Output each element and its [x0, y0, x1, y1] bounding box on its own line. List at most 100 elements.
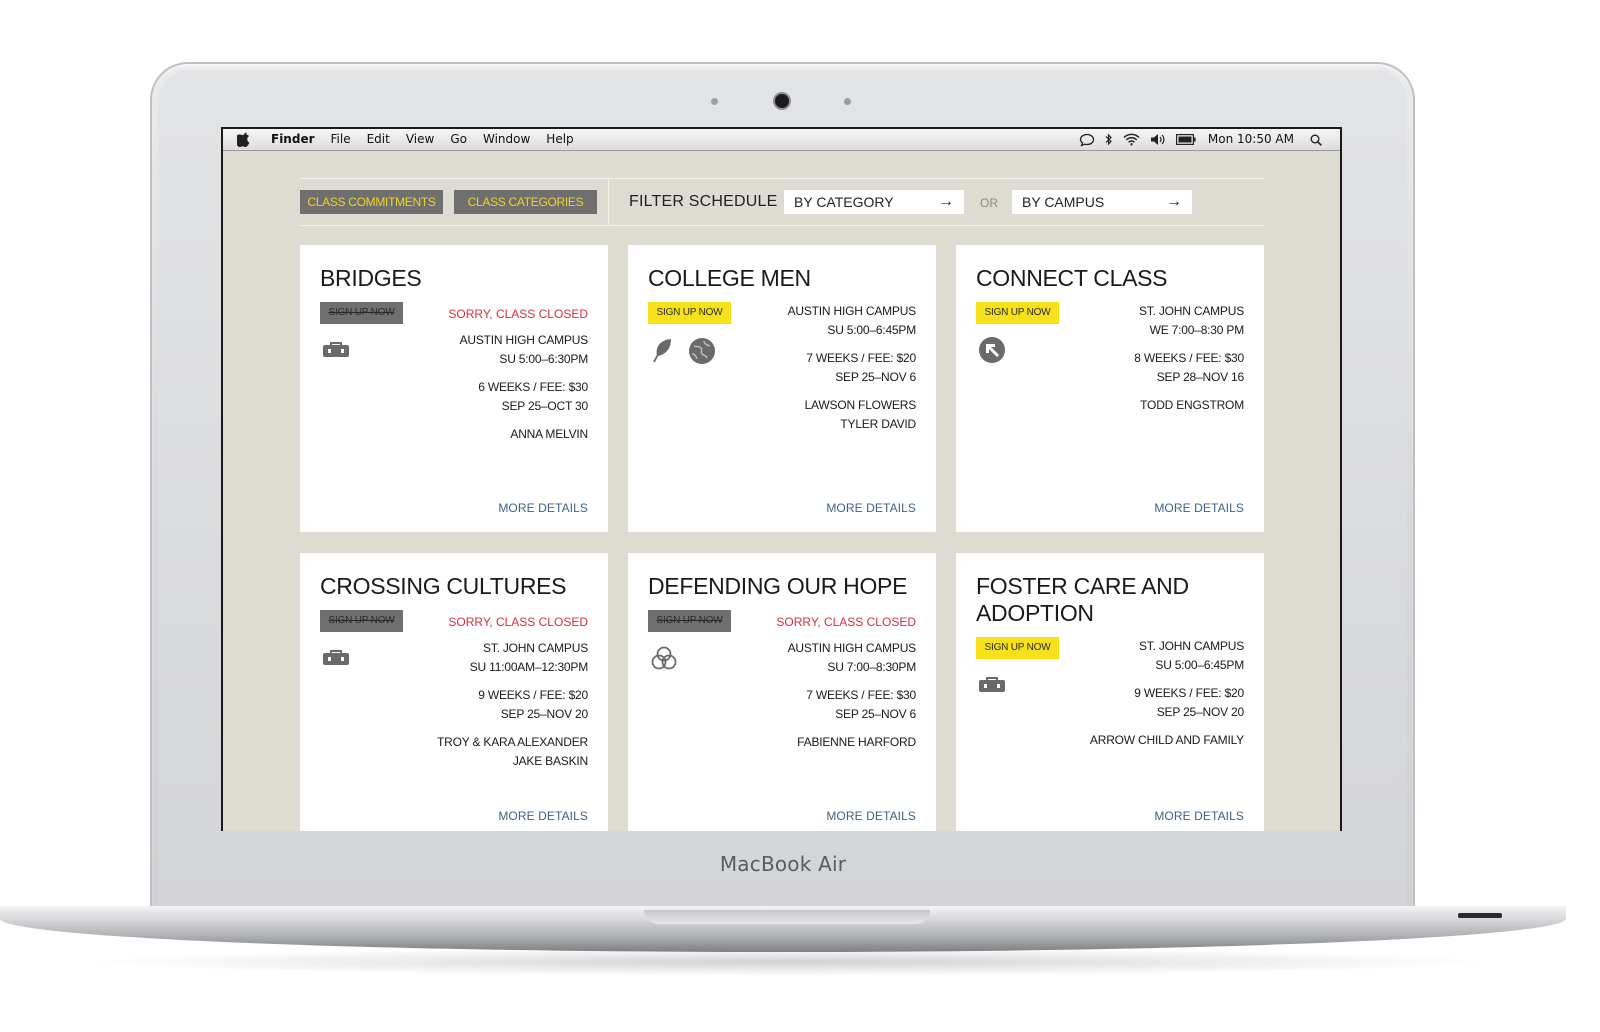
leader-name: JAKE BASKIN	[512, 753, 588, 768]
weeks-and-fee: 8 WEEKS / FEE: $30	[1134, 351, 1244, 365]
menu-window[interactable]: Window	[483, 131, 530, 148]
campus: AUSTIN HIGH CAMPUS	[787, 304, 917, 318]
battery-icon[interactable]	[1175, 134, 1196, 145]
by-category-select[interactable]: BY CATEGORY →	[784, 190, 964, 214]
class-closed-message: SORRY, CLASS CLOSED	[448, 307, 588, 321]
right-arrow-icon: →	[1166, 193, 1182, 210]
sign-up-button[interactable]: SIGN UP NOW	[976, 637, 1059, 659]
by-category-label: BY CATEGORY	[794, 194, 894, 210]
weeks-and-fee: 9 WEEKS / FEE: $20	[1134, 686, 1244, 700]
menu-file[interactable]: File	[331, 131, 351, 148]
sign-up-button[interactable]: SIGN UP NOW	[648, 302, 731, 324]
meeting-time: SU 11:00AM–12:30PM	[469, 659, 588, 674]
more-details-link[interactable]: MORE DETAILS	[826, 501, 916, 515]
campus: AUSTIN HIGH CAMPUS	[459, 333, 589, 347]
meeting-time: SU 7:00–8:30PM	[827, 659, 916, 674]
menu-help[interactable]: Help	[546, 131, 573, 148]
date-range: SEP 28–NOV 16	[1156, 369, 1244, 384]
class-categories-button[interactable]: CLASS CATEGORIES	[454, 190, 597, 214]
class-closed-message: SORRY, CLASS CLOSED	[448, 615, 588, 629]
by-campus-label: BY CAMPUS	[1022, 194, 1105, 210]
toolbar-divider	[608, 179, 609, 225]
campus: ST. JOHN CAMPUS	[1138, 304, 1244, 318]
wifi-icon[interactable]	[1123, 133, 1140, 146]
date-range: SEP 25–OCT 30	[501, 398, 589, 413]
meeting-time: SU 5:00–6:45PM	[1155, 657, 1244, 672]
campus: ST. JOHN CAMPUS	[1138, 639, 1244, 653]
microphone-dot	[844, 98, 851, 105]
right-arrow-icon: →	[938, 193, 954, 210]
class-title: FOSTER CARE AND ADOPTION	[976, 573, 1189, 626]
meeting-time: SU 5:00–6:30PM	[499, 351, 588, 366]
apple-menu-icon[interactable]	[237, 132, 251, 147]
meeting-time: WE 7:00–8:30 PM	[1149, 322, 1245, 337]
laptop-side-port	[1458, 913, 1502, 918]
meeting-time: SU 5:00–6:45PM	[827, 322, 916, 337]
class-card-college-men: COLLEGE MEN SIGN UP NOW AUSTIN HIGH CAMP…	[628, 245, 936, 532]
leader-name: TROY & KARA ALEXANDER	[437, 735, 588, 749]
class-title: COLLEGE MEN	[648, 265, 811, 291]
more-details-link[interactable]: MORE DETAILS	[1154, 501, 1244, 515]
globe-icon	[688, 337, 716, 365]
trinity-knot-icon	[650, 645, 678, 671]
volume-icon[interactable]	[1150, 133, 1166, 146]
or-separator-label: OR	[980, 196, 998, 210]
class-closed-message: SORRY, CLASS CLOSED	[776, 615, 916, 629]
laptop-brand-label: MacBook Air	[719, 852, 847, 876]
class-card-foster-care-and-adoption: FOSTER CARE AND ADOPTION SIGN UP NOW ST.…	[956, 553, 1264, 831]
more-details-link[interactable]: MORE DETAILS	[498, 809, 588, 823]
leader-name: FABIENNE HARFORD	[797, 735, 916, 749]
class-details: AUSTIN HIGH CAMPUS SU 5:00–6:45PM 7 WEEK…	[787, 302, 917, 433]
date-range: SEP 25–NOV 6	[835, 369, 916, 384]
class-details: AUSTIN HIGH CAMPUS SU 7:00–8:30PM 7 WEEK…	[788, 639, 917, 752]
by-campus-select[interactable]: BY CAMPUS →	[1012, 190, 1192, 214]
more-details-link[interactable]: MORE DETAILS	[498, 501, 588, 515]
laptop-opening-notch	[644, 910, 930, 924]
toolbox-icon	[978, 677, 1006, 693]
toolbox-icon	[322, 650, 350, 666]
toolbox-icon	[322, 342, 350, 358]
menu-go[interactable]: Go	[450, 131, 467, 148]
weeks-and-fee: 7 WEEKS / FEE: $30	[806, 688, 916, 702]
sign-up-button-disabled: SIGN UP NOW	[320, 302, 403, 324]
date-range: SEP 25–NOV 20	[500, 706, 588, 721]
class-title: CROSSING CULTURES	[320, 573, 567, 599]
menu-edit[interactable]: Edit	[367, 131, 390, 148]
more-details-link[interactable]: MORE DETAILS	[826, 809, 916, 823]
filter-schedule-label: FILTER SCHEDULE	[629, 193, 778, 210]
more-details-link[interactable]: MORE DETAILS	[1154, 809, 1244, 823]
weeks-and-fee: 7 WEEKS / FEE: $20	[806, 351, 916, 365]
class-commitments-button[interactable]: CLASS COMMITMENTS	[300, 190, 443, 214]
laptop-screen: Finder File Edit View Go Window Help Mon…	[221, 127, 1342, 831]
chat-bubble-icon[interactable]	[1079, 133, 1095, 147]
menu-app-name[interactable]: Finder	[271, 131, 315, 148]
class-title: CONNECT CLASS	[976, 265, 1168, 291]
sign-up-button-disabled: SIGN UP NOW	[320, 610, 403, 632]
class-details: ST. JOHN CAMPUS SU 5:00–6:45PM 9 WEEKS /…	[1090, 637, 1244, 750]
class-details: ST. JOHN CAMPUS SU 11:00AM–12:30PM 9 WEE…	[437, 639, 588, 770]
direction-arrow-icon	[978, 336, 1006, 364]
sign-up-button-disabled: SIGN UP NOW	[648, 610, 731, 632]
class-details: AUSTIN HIGH CAMPUS SU 5:00–6:30PM 6 WEEK…	[459, 331, 589, 444]
weeks-and-fee: 9 WEEKS / FEE: $20	[478, 688, 588, 702]
date-range: SEP 25–NOV 20	[1156, 704, 1244, 719]
filter-toolbar: CLASS COMMITMENTS CLASS CATEGORIES FILTE…	[300, 178, 1264, 226]
leader-name: LAWSON FLOWERS	[804, 398, 917, 412]
class-card-connect-class: CONNECT CLASS SIGN UP NOW ST. JOHN CAMPU…	[956, 245, 1264, 532]
class-title: DEFENDING OUR HOPE	[648, 573, 908, 599]
leader-name: ANNA MELVIN	[510, 427, 588, 441]
spotlight-search-icon[interactable]	[1310, 134, 1322, 146]
sign-up-button[interactable]: SIGN UP NOW	[976, 302, 1059, 324]
leader-name: ARROW CHILD AND FAMILY	[1089, 733, 1244, 747]
class-card-bridges: BRIDGES SIGN UP NOW SORRY, CLASS CLOSED …	[300, 245, 608, 532]
menu-bar: Finder File Edit View Go Window Help Mon…	[223, 129, 1340, 151]
webcam	[775, 94, 789, 108]
leaf-icon	[652, 337, 674, 363]
campus: ST. JOHN CAMPUS	[482, 641, 588, 655]
menu-clock[interactable]: Mon 10:50 AM	[1208, 131, 1294, 148]
class-title: BRIDGES	[320, 265, 422, 291]
weeks-and-fee: 6 WEEKS / FEE: $30	[478, 380, 588, 394]
class-details: ST. JOHN CAMPUS WE 7:00–8:30 PM 8 WEEKS …	[1134, 302, 1244, 415]
menu-view[interactable]: View	[406, 131, 434, 148]
bluetooth-icon[interactable]	[1105, 133, 1113, 146]
